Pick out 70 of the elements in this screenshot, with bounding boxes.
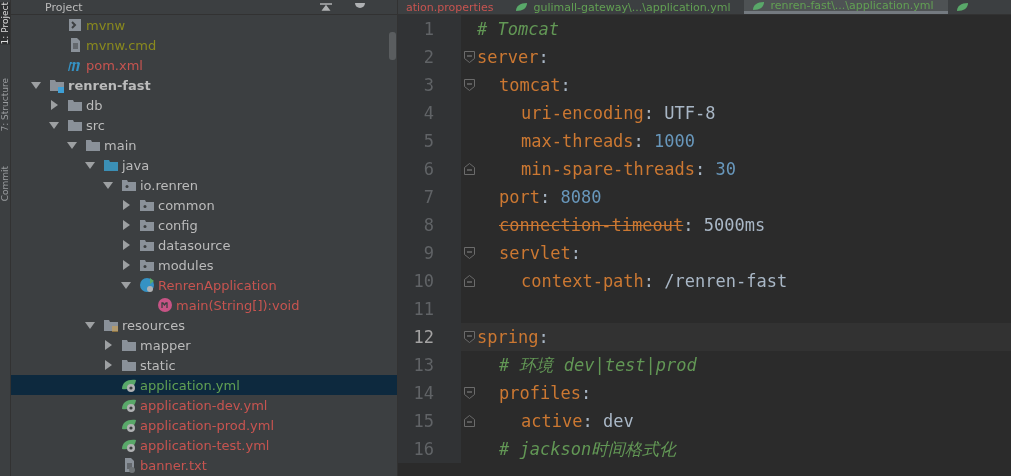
code-line: profiles: — [499, 383, 592, 403]
code-line: tomcat: — [499, 75, 571, 95]
code-line: context-path: /renren-fast — [521, 271, 788, 291]
leaf-icon — [955, 2, 970, 12]
tool-window-tab[interactable]: 7: Structure — [0, 78, 10, 132]
leaf-icon — [121, 397, 137, 413]
code-line: max-threads: 1000 — [521, 131, 696, 151]
script-file-icon — [67, 17, 83, 33]
code-line: min-spare-threads: 30 — [521, 159, 736, 179]
package-icon — [139, 237, 155, 253]
tree-item[interactable]: static — [11, 355, 397, 375]
code-line: server: — [477, 47, 549, 67]
fold-icon[interactable] — [464, 163, 475, 175]
leaf-icon — [752, 0, 767, 11]
fold-icon[interactable] — [464, 275, 475, 287]
tree-item[interactable]: common — [11, 195, 397, 215]
scrollbar-thumb[interactable] — [389, 32, 396, 60]
tree-item[interactable]: java — [11, 155, 397, 175]
tree-item[interactable]: renren-fast — [11, 75, 397, 95]
fold-icon[interactable] — [464, 387, 475, 399]
package-icon — [139, 217, 155, 233]
tool-window-tab[interactable]: 1: Project — [0, 2, 10, 45]
folder-icon — [121, 357, 137, 373]
class-icon — [139, 277, 155, 293]
fold-icon[interactable] — [464, 415, 475, 427]
fold-icon[interactable] — [464, 51, 475, 63]
code-line: uri-encoding: UTF-8 — [521, 103, 716, 123]
code-line: port: 8080 — [499, 187, 602, 207]
leaf-icon — [515, 2, 530, 12]
code-line: active: dev — [521, 411, 634, 431]
leaf-icon — [121, 377, 137, 393]
fold-icon[interactable] — [464, 79, 475, 91]
resources-folder-icon — [103, 317, 119, 333]
module-icon — [49, 77, 65, 93]
code-line: spring: — [477, 327, 549, 347]
tree-item[interactable]: mvnw — [11, 15, 397, 35]
tree-item[interactable]: resources — [11, 315, 397, 335]
package-icon — [121, 177, 137, 193]
fold-icon[interactable] — [464, 247, 475, 259]
tree-item[interactable]: config — [11, 215, 397, 235]
tree-item[interactable]: src — [11, 115, 397, 135]
package-icon — [139, 257, 155, 273]
tree-item[interactable]: datasource — [11, 235, 397, 255]
fold-icon[interactable] — [464, 331, 475, 343]
code-line: # jackson时间格式化 — [499, 437, 677, 461]
tree-item[interactable]: main — [11, 135, 397, 155]
folder-icon — [67, 117, 83, 133]
folder-icon — [121, 337, 137, 353]
folder-icon — [67, 97, 83, 113]
tree-item[interactable]: db — [11, 95, 397, 115]
source-folder-icon — [103, 157, 119, 173]
leaf-icon — [121, 437, 137, 453]
project-view-title[interactable]: Project — [45, 0, 83, 14]
tree-item[interactable]: mvnw.cmd — [11, 35, 397, 55]
code-line: # Tomcat — [477, 19, 559, 39]
folder-icon — [85, 137, 101, 153]
code-line: servlet: — [499, 243, 581, 263]
tree-item[interactable]: modules — [11, 255, 397, 275]
method-icon — [157, 297, 173, 313]
tree-item[interactable]: mapper — [11, 335, 397, 355]
line-number: 12 — [412, 327, 434, 347]
code-line: connection-timeout: 5000ms — [499, 215, 766, 235]
editor-tab[interactable]: gulimall-gateway\...\application.yml — [507, 0, 745, 14]
package-icon — [139, 197, 155, 213]
leaf-icon — [121, 417, 137, 433]
tree-item[interactable]: io.renren — [11, 175, 397, 195]
tool-window-tab[interactable]: Commit — [0, 165, 10, 202]
tree-item[interactable]: application.yml — [11, 375, 397, 395]
collapse-icon[interactable] — [319, 3, 333, 11]
code-line: # 环境 dev|test|prod — [499, 353, 697, 377]
